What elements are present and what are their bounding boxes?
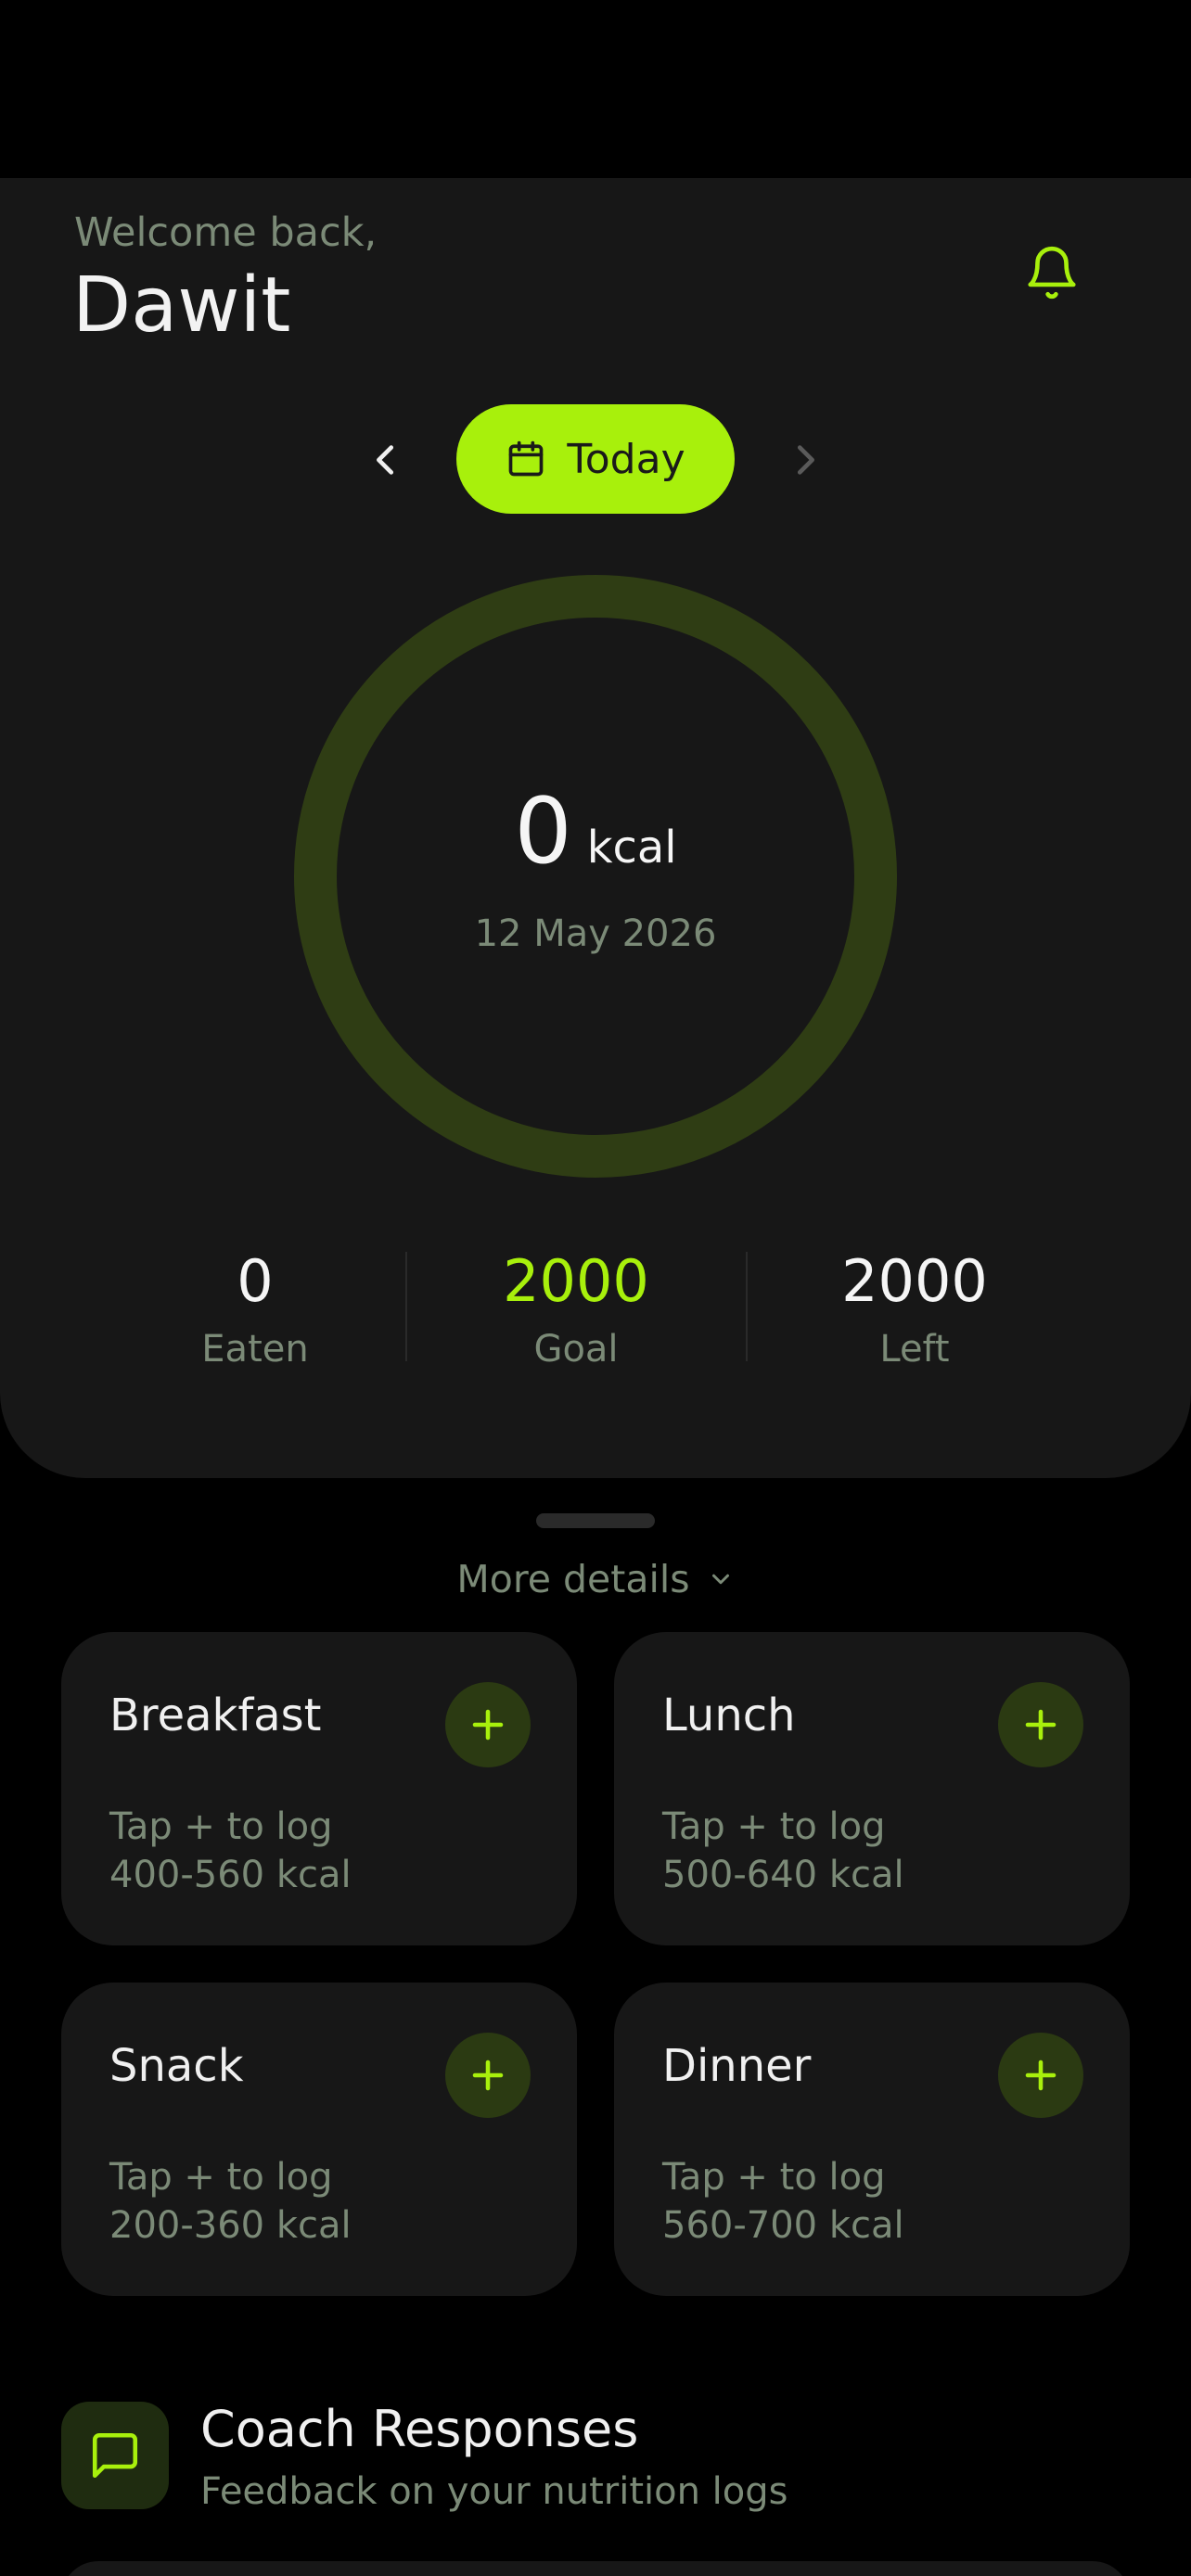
meal-kcal-range: 560-700 kcal: [662, 2204, 904, 2247]
selected-date: 12 May 2026: [474, 912, 717, 955]
plus-icon: [1025, 2060, 1057, 2091]
meal-title: Snack: [109, 2040, 244, 2092]
stat-eaten-label: Eaten: [201, 1328, 309, 1371]
meal-title: Breakfast: [109, 1690, 322, 1741]
meal-hint: Tap + to log: [109, 2156, 333, 2199]
meal-card-breakfast[interactable]: Breakfast Tap + to log 400-560 kcal: [61, 1632, 577, 1945]
welcome-text: Welcome back,: [74, 210, 378, 256]
meal-kcal-range: 400-560 kcal: [109, 1854, 352, 1896]
stat-left: 2000 Left: [775, 1247, 1054, 1371]
calories-unit: kcal: [586, 822, 677, 874]
notifications-button[interactable]: [1018, 239, 1085, 306]
stat-divider: [746, 1252, 748, 1361]
stat-divider: [405, 1252, 407, 1361]
add-dinner-button[interactable]: [998, 2033, 1083, 2118]
coach-responses-title[interactable]: Coach Responses: [200, 2400, 638, 2458]
stat-goal-value: 2000: [503, 1247, 649, 1315]
stat-goal: 2000 Goal: [437, 1247, 715, 1371]
calories-value: 0: [514, 779, 572, 885]
next-day-button[interactable]: [772, 427, 839, 493]
meal-hint: Tap + to log: [662, 1805, 886, 1848]
coach-responses-subtitle: Feedback on your nutrition logs: [200, 2470, 788, 2513]
add-breakfast-button[interactable]: [445, 1682, 531, 1767]
calendar-icon: [509, 440, 544, 477]
meal-title: Dinner: [662, 2040, 812, 2092]
calories-readout: 0 kcal: [293, 786, 898, 877]
add-snack-button[interactable]: [445, 2033, 531, 2118]
plus-icon: [1025, 1709, 1057, 1741]
stat-eaten-value: 0: [237, 1247, 274, 1315]
stat-goal-label: Goal: [533, 1328, 619, 1371]
meal-card-dinner[interactable]: Dinner Tap + to log 560-700 kcal: [614, 1983, 1130, 2296]
meal-title: Lunch: [662, 1690, 796, 1741]
stat-eaten: 0 Eaten: [116, 1247, 394, 1371]
meal-kcal-range: 500-640 kcal: [662, 1854, 904, 1896]
more-details-label: More details: [456, 1557, 690, 1601]
plus-icon: [472, 2060, 504, 2091]
meal-hint: Tap + to log: [109, 1805, 333, 1848]
plus-icon: [472, 1709, 504, 1741]
coach-responses-button[interactable]: [61, 2402, 169, 2509]
home-screen: Welcome back, Dawit Today 0 kcal 12 May …: [0, 0, 1191, 2576]
stat-left-label: Left: [879, 1328, 950, 1371]
bell-icon: [1028, 246, 1076, 300]
stat-left-value: 2000: [841, 1247, 988, 1315]
meal-hint: Tap + to log: [662, 2156, 886, 2199]
coach-response-card[interactable]: [61, 2561, 1130, 2576]
more-details-toggle[interactable]: More details: [0, 1547, 1191, 1612]
meal-card-snack[interactable]: Snack Tap + to log 200-360 kcal: [61, 1983, 577, 2296]
previous-day-button[interactable]: [352, 427, 419, 493]
today-button[interactable]: Today: [456, 404, 735, 514]
chevron-down-icon: [711, 1574, 729, 1585]
add-lunch-button[interactable]: [998, 1682, 1083, 1767]
user-name: Dawit: [72, 261, 291, 350]
drag-handle[interactable]: [536, 1513, 655, 1528]
meal-card-lunch[interactable]: Lunch Tap + to log 500-640 kcal: [614, 1632, 1130, 1945]
today-label: Today: [567, 435, 685, 483]
chevron-right-icon: [797, 445, 814, 475]
chevron-left-icon: [377, 445, 394, 475]
meal-kcal-range: 200-360 kcal: [109, 2204, 352, 2247]
message-square-icon: [92, 2432, 138, 2479]
